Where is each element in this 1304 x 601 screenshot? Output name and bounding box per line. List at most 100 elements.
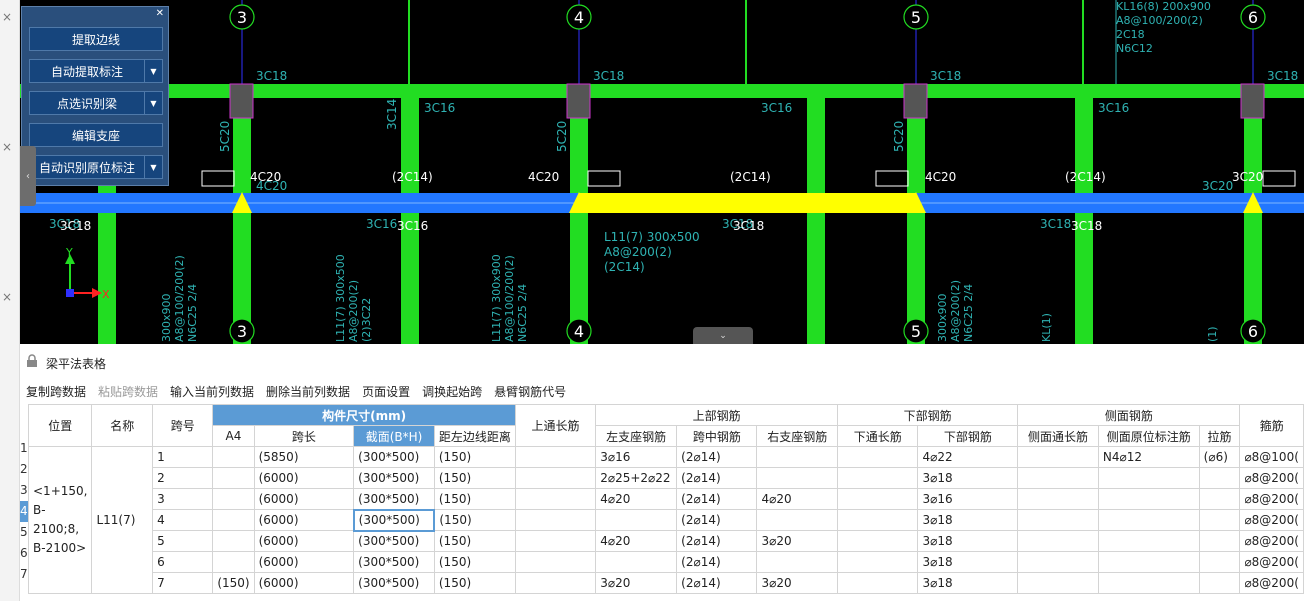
side-in-place-cell[interactable] bbox=[1097, 509, 1200, 531]
table-row[interactable]: 7 (150) (6000) (300*500) (150) 3⌀20 (2⌀1… bbox=[29, 572, 1304, 594]
right-support-cell[interactable]: 3⌀20 bbox=[756, 530, 839, 552]
mid-span-cell[interactable]: (2⌀14) bbox=[676, 509, 758, 531]
top-through-cell[interactable] bbox=[514, 530, 597, 552]
side-in-place-cell[interactable]: N4⌀12 bbox=[1097, 446, 1200, 468]
stirrup-cell[interactable]: ⌀8@200( bbox=[1239, 488, 1304, 510]
right-support-cell[interactable] bbox=[756, 467, 839, 489]
row-number[interactable]: 3 bbox=[20, 480, 28, 501]
position-cell[interactable]: <1+150, B-2100;8, B-2100> bbox=[27, 446, 93, 594]
span-length-cell[interactable]: (6000) bbox=[253, 488, 355, 510]
tie-cell[interactable] bbox=[1198, 467, 1241, 489]
a4-cell[interactable]: (150) bbox=[212, 572, 255, 594]
a4-cell[interactable] bbox=[212, 509, 255, 531]
left-support-cell[interactable]: 3⌀16 bbox=[595, 446, 678, 468]
table-row[interactable]: 5 (6000) (300*500) (150) 4⌀20 (2⌀14) 3⌀2… bbox=[29, 530, 1304, 552]
row-number[interactable]: 4 bbox=[20, 501, 28, 522]
bottom-through-cell[interactable] bbox=[837, 572, 919, 594]
input-column-data-button[interactable]: 输入当前列数据 bbox=[170, 383, 254, 400]
side-in-place-cell[interactable] bbox=[1097, 467, 1200, 489]
header-side-group[interactable]: 侧面钢筋 bbox=[1017, 404, 1241, 426]
row-number[interactable]: 2 bbox=[20, 459, 28, 480]
header-right-support[interactable]: 右支座钢筋 bbox=[756, 425, 839, 447]
close-icon[interactable]: ✕ bbox=[156, 8, 164, 19]
tie-cell[interactable] bbox=[1198, 530, 1241, 552]
bottom-bar-cell[interactable]: 3⌀18 bbox=[917, 530, 1019, 552]
span-length-cell[interactable]: (6000) bbox=[253, 467, 355, 489]
offset-cell[interactable]: (150) bbox=[433, 446, 516, 468]
a4-cell[interactable] bbox=[212, 488, 255, 510]
close-icon[interactable]: × bbox=[2, 10, 12, 24]
collapse-bottom-tab[interactable]: ⌄ bbox=[693, 327, 753, 344]
header-section[interactable]: 截面(B*H) bbox=[353, 425, 435, 447]
a4-cell[interactable] bbox=[212, 551, 255, 573]
left-support-cell[interactable] bbox=[595, 509, 678, 531]
top-through-cell[interactable] bbox=[514, 572, 597, 594]
cad-canvas[interactable]: 3 4 5 6 3 4 5 6 3C18 3C18 3C18 3C18 3C16… bbox=[20, 0, 1304, 344]
tie-cell[interactable] bbox=[1198, 509, 1241, 531]
span-cell[interactable]: 7 bbox=[152, 572, 214, 594]
paste-span-data-button[interactable]: 粘贴跨数据 bbox=[98, 383, 158, 400]
header-tie[interactable]: 拉筋 bbox=[1198, 425, 1241, 447]
offset-cell[interactable]: (150) bbox=[433, 551, 516, 573]
bottom-bar-cell[interactable]: 3⌀18 bbox=[917, 572, 1019, 594]
span-length-cell[interactable]: (6000) bbox=[253, 509, 355, 531]
table-row[interactable]: 4 (6000) (300*500) (150) (2⌀14) 3⌀18 ⌀8@… bbox=[29, 508, 1304, 532]
bottom-through-cell[interactable] bbox=[837, 446, 919, 468]
offset-cell[interactable]: (150) bbox=[433, 467, 516, 489]
span-length-cell[interactable]: (6000) bbox=[253, 530, 355, 552]
header-side-through[interactable]: 侧面通长筋 bbox=[1017, 425, 1099, 447]
span-cell[interactable]: 3 bbox=[152, 488, 214, 510]
bottom-bar-cell[interactable]: 3⌀18 bbox=[917, 467, 1019, 489]
header-position[interactable]: 位置 bbox=[27, 404, 93, 447]
bottom-through-cell[interactable] bbox=[837, 530, 919, 552]
left-support-cell[interactable] bbox=[595, 551, 678, 573]
header-top-group[interactable]: 上部钢筋 bbox=[595, 404, 839, 426]
stirrup-cell[interactable]: ⌀8@200( bbox=[1239, 530, 1304, 552]
header-span-no[interactable]: 跨号 bbox=[152, 404, 214, 447]
left-support-cell[interactable]: 3⌀20 bbox=[595, 572, 678, 594]
extract-edge-button[interactable]: 提取边线 bbox=[29, 27, 163, 51]
span-cell[interactable]: 1 bbox=[152, 446, 214, 468]
row-number[interactable]: 7 bbox=[20, 564, 28, 585]
tie-cell[interactable]: (⌀6) bbox=[1198, 446, 1241, 468]
bottom-through-cell[interactable] bbox=[837, 509, 919, 531]
copy-span-data-button[interactable]: 复制跨数据 bbox=[26, 383, 86, 400]
row-number[interactable]: 1 bbox=[20, 438, 28, 459]
side-in-place-cell[interactable] bbox=[1097, 572, 1200, 594]
offset-cell[interactable]: (150) bbox=[433, 572, 516, 594]
right-support-cell[interactable] bbox=[756, 551, 839, 573]
offset-cell[interactable]: (150) bbox=[433, 488, 516, 510]
stirrup-cell[interactable]: ⌀8@200( bbox=[1239, 509, 1304, 531]
header-span-length[interactable]: 跨长 bbox=[253, 425, 355, 447]
header-bottom-bar[interactable]: 下部钢筋 bbox=[917, 425, 1019, 447]
section-cell[interactable]: (300*500) bbox=[353, 572, 435, 594]
span-cell[interactable]: 6 bbox=[152, 551, 214, 573]
header-name[interactable]: 名称 bbox=[91, 404, 154, 447]
side-through-cell[interactable] bbox=[1017, 509, 1099, 531]
span-cell[interactable]: 5 bbox=[152, 530, 214, 552]
top-through-cell[interactable] bbox=[514, 446, 597, 468]
collapse-side-tab[interactable]: ‹ bbox=[20, 146, 36, 206]
lock-icon[interactable] bbox=[26, 354, 38, 367]
side-through-cell[interactable] bbox=[1017, 467, 1099, 489]
chevron-down-icon[interactable]: ▼ bbox=[144, 60, 162, 82]
offset-cell[interactable]: (150) bbox=[433, 530, 516, 552]
section-cell[interactable]: (300*500) bbox=[353, 488, 435, 510]
section-cell[interactable]: (300*500) bbox=[353, 530, 435, 552]
chevron-down-icon[interactable]: ▼ bbox=[144, 92, 162, 114]
a4-cell[interactable] bbox=[212, 446, 255, 468]
close-icon[interactable]: × bbox=[2, 140, 12, 154]
mid-span-cell[interactable]: (2⌀14) bbox=[676, 488, 758, 510]
auto-recognize-inplace-button[interactable]: 自动识别原位标注 ▼ bbox=[29, 155, 163, 179]
header-left-support[interactable]: 左支座钢筋 bbox=[595, 425, 678, 447]
header-dims-group[interactable]: 构件尺寸(mm) bbox=[212, 404, 516, 426]
bottom-through-cell[interactable] bbox=[837, 467, 919, 489]
table-row[interactable]: <1+150, B-2100;8, B-2100> L11(7) 1 (5850… bbox=[27, 446, 1304, 594]
tie-cell[interactable] bbox=[1198, 572, 1241, 594]
header-top-through[interactable]: 上通长筋 bbox=[514, 404, 597, 447]
right-support-cell[interactable] bbox=[756, 509, 839, 531]
row-number[interactable]: 6 bbox=[20, 543, 28, 564]
stirrup-cell[interactable]: ⌀8@200( bbox=[1239, 467, 1304, 489]
section-cell[interactable]: (300*500) bbox=[353, 446, 435, 468]
left-support-cell[interactable]: 4⌀20 bbox=[595, 488, 678, 510]
